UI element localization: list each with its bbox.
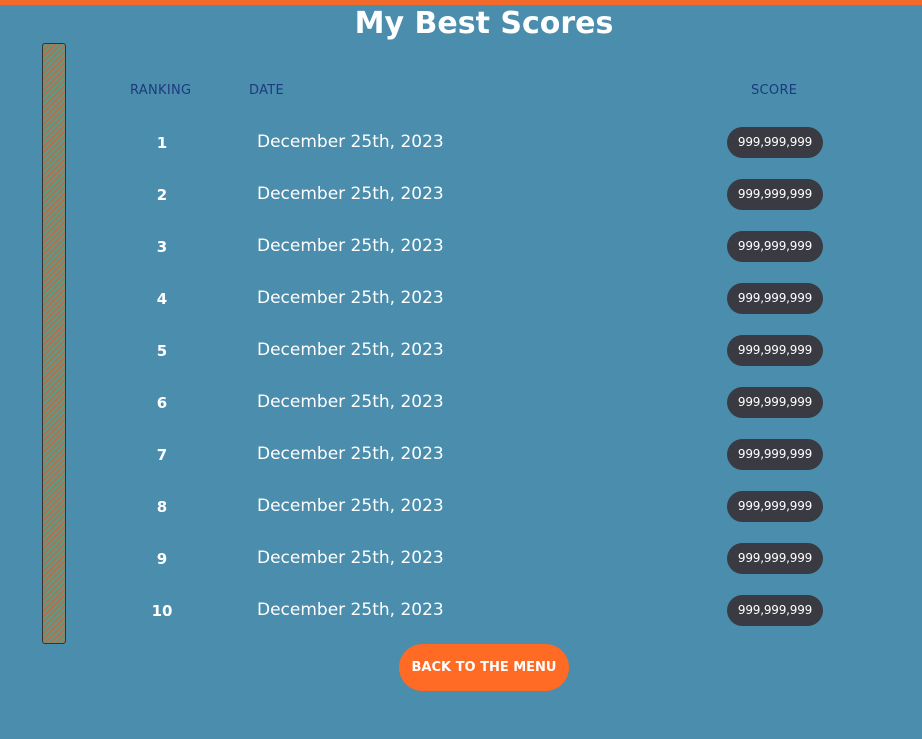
score-badge: 999,999,999 [727,387,823,418]
score-badge: 999,999,999 [727,491,823,522]
score-row: 4 December 25th, 2023 999,999,999 [0,283,922,317]
rank-value: 1 [156,134,168,152]
date-value: December 25th, 2023 [257,496,444,516]
rank-value: 2 [156,186,168,204]
score-badge: 999,999,999 [727,439,823,470]
date-value: December 25th, 2023 [257,340,444,360]
score-row: 6 December 25th, 2023 999,999,999 [0,387,922,421]
score-row: 1 December 25th, 2023 999,999,999 [0,127,922,161]
score-row: 3 December 25th, 2023 999,999,999 [0,231,922,265]
back-to-menu-button[interactable]: BACK TO THE MENU [399,644,569,691]
rank-value: 3 [156,238,168,256]
score-row: 10 December 25th, 2023 999,999,999 [0,595,922,629]
rank-value: 10 [151,602,173,620]
date-value: December 25th, 2023 [257,548,444,568]
score-badge: 999,999,999 [727,335,823,366]
score-badge: 999,999,999 [727,231,823,262]
date-value: December 25th, 2023 [257,600,444,620]
score-badge: 999,999,999 [727,127,823,158]
score-badge: 999,999,999 [727,595,823,626]
rank-value: 8 [156,498,168,516]
score-column-header: SCORE [751,83,798,98]
date-value: December 25th, 2023 [257,184,444,204]
rank-value: 9 [156,550,168,568]
rank-value: 5 [156,342,168,360]
rank-value: 7 [156,446,168,464]
date-value: December 25th, 2023 [257,132,444,152]
score-row: 2 December 25th, 2023 999,999,999 [0,179,922,213]
score-row: 7 December 25th, 2023 999,999,999 [0,439,922,473]
page-title: My Best Scores [354,6,614,41]
rank-value: 4 [156,290,168,308]
score-row: 5 December 25th, 2023 999,999,999 [0,335,922,369]
date-value: December 25th, 2023 [257,236,444,256]
date-value: December 25th, 2023 [257,392,444,412]
date-value: December 25th, 2023 [257,444,444,464]
score-badge: 999,999,999 [727,543,823,574]
score-badge: 999,999,999 [727,283,823,314]
rank-value: 6 [156,394,168,412]
ranking-column-header: RANKING [130,83,192,98]
score-badge: 999,999,999 [727,179,823,210]
score-row: 8 December 25th, 2023 999,999,999 [0,491,922,525]
score-row: 9 December 25th, 2023 999,999,999 [0,543,922,577]
date-value: December 25th, 2023 [257,288,444,308]
date-column-header: DATE [249,83,285,98]
